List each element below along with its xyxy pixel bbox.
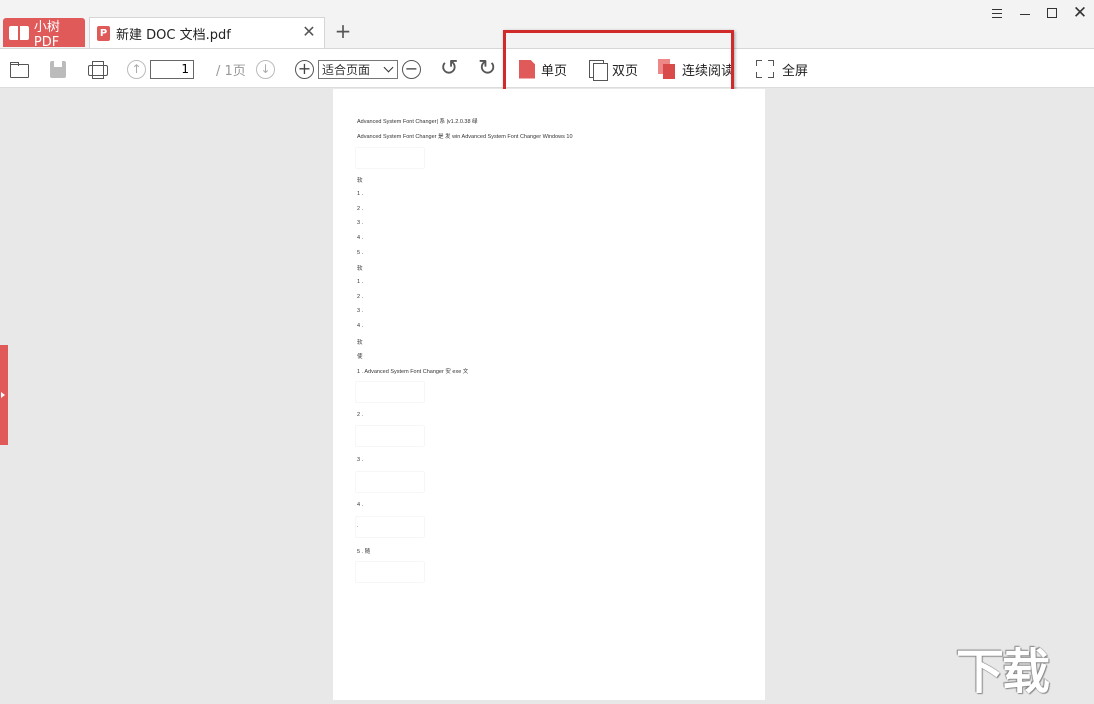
faint-image (355, 516, 425, 538)
document-line: 使 (357, 354, 363, 360)
document-line: Advanced System Font Changer 是 发 win Adv… (357, 134, 573, 140)
document-tab[interactable]: P 新建 DOC 文档.pdf ✕ (89, 17, 325, 48)
continuous-read-label: 连续阅读 (682, 63, 735, 79)
arrow-down-icon: ↓ (256, 59, 275, 79)
double-page-icon (589, 59, 608, 81)
minimize-icon[interactable] (1014, 4, 1036, 22)
rotate-right-button[interactable]: ↻ (478, 49, 496, 89)
toolbar: ↑ / 1页 ↓ + 适合页面 − ↺ ↻ 单页 双页 连续阅读 (0, 48, 1094, 88)
document-tab-title: 新建 DOC 文档.pdf (116, 27, 231, 43)
zoom-out-icon: − (402, 59, 421, 79)
document-line: 3 . (357, 457, 364, 463)
document-line: 3 . (357, 308, 364, 314)
close-icon[interactable]: ✕ (301, 24, 317, 40)
zoom-select[interactable]: 适合页面 (318, 59, 398, 79)
document-line: 5 . (357, 250, 364, 256)
fullscreen-button[interactable]: 全屏 (756, 49, 808, 89)
document-line: 2 . (357, 412, 364, 418)
fullscreen-icon (756, 60, 774, 78)
maximize-icon[interactable] (1041, 4, 1063, 22)
double-page-label: 双页 (612, 63, 639, 79)
document-line: 4 . (357, 502, 364, 508)
continuous-read-button[interactable]: 连续阅读 (658, 49, 734, 89)
zoom-out-button[interactable]: − (402, 49, 421, 89)
print-icon (87, 59, 108, 79)
pdf-badge-icon: P (97, 25, 110, 41)
app-name: 小树PDF (33, 19, 60, 50)
plus-icon[interactable]: + (333, 20, 353, 42)
menu-icon[interactable] (986, 4, 1008, 22)
document-line: 4 . (357, 323, 364, 329)
document-line: Advanced System Font Changer| 系 |v1.2.0.… (357, 119, 478, 125)
single-page-icon (519, 60, 535, 79)
document-line: 1 . Advanced System Font Changer 安 exe 文 (357, 369, 469, 375)
app-menu-tab[interactable]: 小树PDF (3, 18, 85, 50)
previous-page-button[interactable]: ↑ (127, 49, 146, 89)
document-line: 1 . (357, 191, 364, 197)
window-close-icon[interactable]: ✕ (1069, 4, 1091, 22)
site-watermark: 下载吧 (956, 644, 1050, 704)
zoom-in-button[interactable]: + (295, 49, 314, 89)
open-file-button[interactable] (9, 49, 29, 89)
sidebar-toggle-icon[interactable] (0, 345, 8, 445)
document-line: 4 . (357, 235, 364, 241)
document-page: Advanced System Font Changer| 系 |v1.2.0.… (333, 89, 765, 700)
document-line: 3 . (357, 220, 364, 226)
faint-image (355, 471, 425, 493)
faint-image (355, 381, 425, 403)
rotate-right-icon: ↻ (478, 56, 497, 81)
print-button[interactable] (87, 49, 108, 89)
folder-open-icon (9, 59, 29, 79)
document-line: 软 (357, 178, 363, 184)
chevron-down-icon (384, 64, 394, 74)
continuous-read-icon (658, 59, 676, 79)
rotate-left-icon: ↺ (440, 56, 459, 81)
document-line: 软 (357, 340, 363, 346)
faint-image (355, 147, 425, 169)
title-bar: 小树PDF P 新建 DOC 文档.pdf ✕ + ✕ (0, 0, 1094, 50)
faint-image (355, 425, 425, 447)
document-line: 1 . (357, 279, 364, 285)
document-line: 5 . 随 (357, 549, 371, 555)
zoom-select-value: 适合页面 (322, 62, 371, 77)
book-icon (9, 25, 29, 41)
next-page-button[interactable]: ↓ (256, 49, 275, 89)
double-page-button[interactable]: 双页 (589, 49, 638, 89)
single-page-label: 单页 (541, 63, 568, 79)
document-line: 2 . (357, 206, 364, 212)
document-line: 2 . (357, 294, 364, 300)
page-total: / 1页 (216, 63, 246, 79)
page-number-input[interactable] (150, 59, 194, 79)
fullscreen-label: 全屏 (782, 63, 809, 79)
single-page-button[interactable]: 单页 (519, 49, 567, 89)
zoom-in-icon: + (295, 59, 314, 79)
arrow-up-icon: ↑ (127, 59, 146, 79)
rotate-left-button[interactable]: ↺ (440, 49, 458, 89)
save-button[interactable] (48, 49, 68, 89)
save-icon (48, 59, 68, 79)
faint-image (355, 561, 425, 583)
document-line: 软 (357, 266, 363, 272)
